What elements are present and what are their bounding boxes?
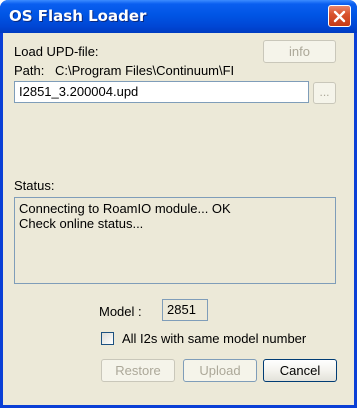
- upd-file-input[interactable]: I2851_3.200004.upd: [14, 81, 309, 103]
- status-label: Status:: [14, 178, 55, 193]
- model-value: 2851: [162, 299, 208, 321]
- browse-button[interactable]: ...: [313, 82, 336, 104]
- info-button[interactable]: info: [263, 40, 336, 63]
- path-label: Path:: [14, 63, 45, 78]
- status-box: Connecting to RoamIO module... OK Check …: [14, 197, 336, 284]
- status-line: Connecting to RoamIO module... OK: [19, 201, 231, 216]
- cancel-button[interactable]: Cancel: [263, 359, 337, 382]
- path-value: C:\Program Files\Continuum\FI: [55, 63, 235, 78]
- title-bar[interactable]: OS Flash Loader: [0, 0, 357, 33]
- upload-button[interactable]: Upload: [183, 359, 257, 382]
- load-upd-label: Load UPD-file:: [14, 44, 99, 59]
- status-line: Check online status...: [19, 216, 144, 231]
- close-icon: [333, 10, 346, 22]
- same-model-checkbox-label[interactable]: All I2s with same model number: [122, 331, 306, 346]
- restore-button[interactable]: Restore: [101, 359, 175, 382]
- same-model-checkbox[interactable]: [101, 332, 114, 345]
- model-label: Model :: [99, 304, 142, 319]
- close-button[interactable]: [328, 5, 351, 27]
- window-title: OS Flash Loader: [9, 7, 147, 25]
